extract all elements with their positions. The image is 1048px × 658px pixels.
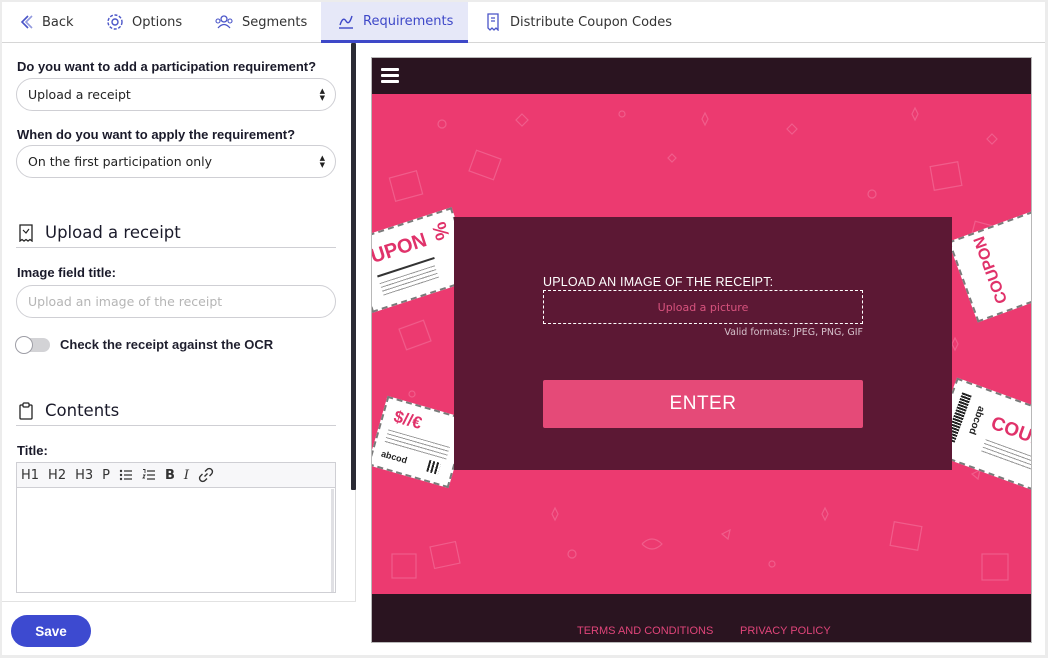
editor-toolbar: H1 H2 H3 P B I [17,463,335,488]
h3-button[interactable]: H3 [75,468,93,483]
bold-icon[interactable]: B [165,468,175,483]
select-arrows-icon: ▲ ▼ [319,87,325,102]
users-icon [215,15,233,29]
clipboard-icon [19,401,33,420]
ocr-toggle-label: Check the receipt against the OCR [60,337,274,352]
participation-question: Do you want to add a participation requi… [17,59,317,74]
image-field-title-input[interactable]: Upload an image of the receipt [16,285,336,318]
top-nav: Back Options Segments Requirements Distr… [2,2,1045,43]
ocr-toggle[interactable] [15,336,50,354]
distribute-coupon-tab[interactable]: Distribute Coupon Codes [484,2,672,42]
back-label: Back [42,14,74,30]
hamburger-menu-icon[interactable] [381,68,399,84]
toggle-knob [15,336,33,354]
preview-footer: TERMS AND CONDITIONS PRIVACY POLICY [372,594,1031,642]
upload-picture-dropzone[interactable]: Upload a picture [543,290,863,324]
game-preview: UPON % $//€ abcod COUPON abcod COUP UPLO… [371,57,1032,643]
coupon-bl-code: abcod [380,448,409,466]
segments-label: Segments [242,14,308,30]
image-field-placeholder: Upload an image of the receipt [28,294,223,309]
receipt-icon [19,223,33,242]
title-rich-text-editor[interactable]: H1 H2 H3 P B I [16,462,336,593]
preview-body: UPON % $//€ abcod COUPON abcod COUP UPLO… [372,94,1031,594]
contents-title-label: Contents [45,401,120,420]
signature-icon [339,15,353,29]
requirements-tab[interactable]: Requirements [321,2,468,43]
h1-button[interactable]: H1 [21,468,39,483]
contents-section-title: Contents [16,396,336,426]
coupon-tl-fineprint [379,265,440,297]
save-bar: Save [2,601,356,655]
save-button[interactable]: Save [11,615,91,647]
coupon-br-code: abcod [966,404,987,436]
coupon-bl-text: $//€ [391,406,425,433]
privacy-link[interactable]: PRIVACY POLICY [740,625,831,637]
h2-button[interactable]: H2 [48,468,66,483]
terms-link[interactable]: TERMS AND CONDITIONS [577,625,713,637]
settings-scroll-area: Do you want to add a participation requi… [2,43,352,601]
settings-panel: Do you want to add a participation requi… [2,43,356,655]
italic-icon[interactable]: I [184,468,189,483]
numbered-list-icon[interactable] [142,468,156,482]
enter-button[interactable]: ENTER [543,380,863,428]
options-tab[interactable]: Options [106,2,182,42]
preview-header [372,58,1031,94]
upload-receipt-title-label: Upload a receipt [45,223,181,242]
image-field-label: Image field title: [17,265,116,280]
gear-icon [107,14,123,30]
editor-scrollbar[interactable] [331,489,334,592]
settings-scrollbar[interactable] [351,43,356,490]
upload-picture-placeholder: Upload a picture [657,300,749,314]
participation-select[interactable]: Upload a receipt ▲ ▼ [16,78,336,111]
select-arrows-icon: ▲ ▼ [319,154,325,169]
participation-select-value: Upload a receipt [28,87,131,102]
chevron-left-icon [20,15,33,29]
bullet-list-icon[interactable] [119,468,133,482]
app-window: Back Options Segments Requirements Distr… [2,2,1045,655]
link-icon[interactable] [198,467,214,483]
upload-card: UPLOAD AN IMAGE OF THE RECEIPT: Upload a… [454,217,952,470]
valid-formats-hint: Valid formats: JPEG, PNG, GIF [724,327,863,338]
segments-tab[interactable]: Segments [214,2,307,42]
options-label: Options [132,14,183,30]
upload-receipt-label: UPLOAD AN IMAGE OF THE RECEIPT: [543,275,774,289]
apply-select[interactable]: On the first participation only ▲ ▼ [16,145,336,178]
back-tab[interactable]: Back [18,2,74,42]
qr-code-icon [426,459,442,475]
distribute-label: Distribute Coupon Codes [510,14,673,30]
requirements-label: Requirements [363,13,454,29]
apply-question: When do you want to apply the requiremen… [17,127,296,142]
coupon-tr-text: COUPON [971,233,1012,306]
apply-select-value: On the first participation only [28,154,213,169]
coupon-icon [487,13,499,31]
coupon-tl-symbol: % [426,219,454,244]
title-label: Title: [17,443,48,458]
paragraph-button[interactable]: P [102,468,110,483]
upload-receipt-section-title: Upload a receipt [16,218,336,248]
